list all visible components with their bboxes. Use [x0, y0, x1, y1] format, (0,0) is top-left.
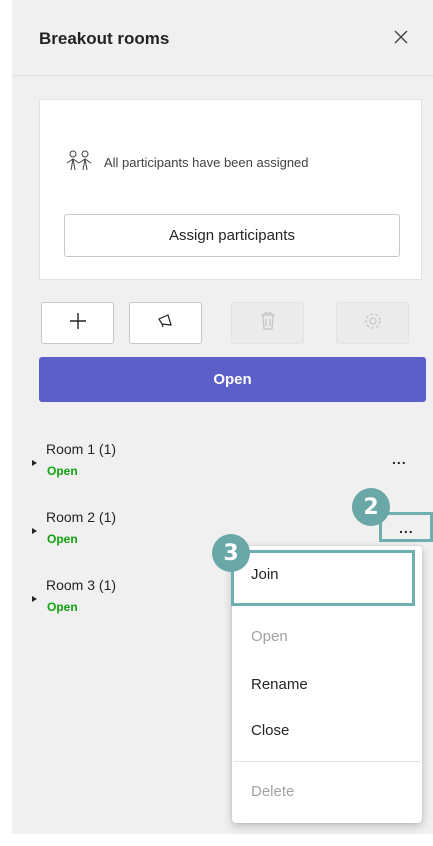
- expand-caret-icon[interactable]: [32, 596, 37, 602]
- room-name: Room 1 (1): [46, 441, 117, 457]
- assigned-status: All participants have been assigned: [66, 149, 309, 176]
- room-status: Open: [47, 600, 78, 614]
- people-group-icon: [66, 149, 92, 176]
- step-2-badge: 2: [352, 488, 390, 526]
- more-options-icon[interactable]: ...: [392, 451, 407, 467]
- delete-room-button: [231, 302, 304, 344]
- announcement-button[interactable]: [129, 302, 202, 344]
- join-highlight-box: [231, 550, 415, 606]
- step-3-badge: 3: [212, 534, 250, 572]
- room-settings-button: [336, 302, 409, 344]
- open-rooms-button[interactable]: Open: [39, 357, 426, 402]
- add-room-button[interactable]: [41, 302, 114, 344]
- close-icon[interactable]: [390, 26, 412, 48]
- assign-participants-button[interactable]: Assign participants: [64, 214, 400, 257]
- plus-icon: [68, 311, 88, 336]
- menu-item-delete: Delete: [251, 783, 295, 800]
- expand-caret-icon[interactable]: [32, 460, 37, 466]
- menu-item-rename[interactable]: Rename: [251, 676, 308, 693]
- gear-icon: [363, 311, 383, 336]
- room-status: Open: [47, 464, 78, 478]
- panel-header: Breakout rooms: [12, 0, 433, 76]
- room-status: Open: [47, 532, 78, 546]
- rooms-toolbar: [41, 302, 425, 344]
- megaphone-icon: [156, 312, 176, 335]
- expand-caret-icon[interactable]: [32, 528, 37, 534]
- room-name: Room 3 (1): [46, 577, 117, 593]
- menu-item-open: Open: [251, 628, 288, 645]
- menu-divider: [234, 761, 420, 762]
- room-item[interactable]: Room 1 (1) Open ...: [32, 441, 422, 491]
- panel-title: Breakout rooms: [39, 29, 170, 48]
- assign-card: All participants have been assigned Assi…: [39, 99, 422, 280]
- trash-icon: [259, 311, 277, 336]
- room-name: Room 2 (1): [46, 509, 117, 525]
- menu-item-close[interactable]: Close: [251, 722, 289, 739]
- assigned-status-text: All participants have been assigned: [104, 154, 309, 170]
